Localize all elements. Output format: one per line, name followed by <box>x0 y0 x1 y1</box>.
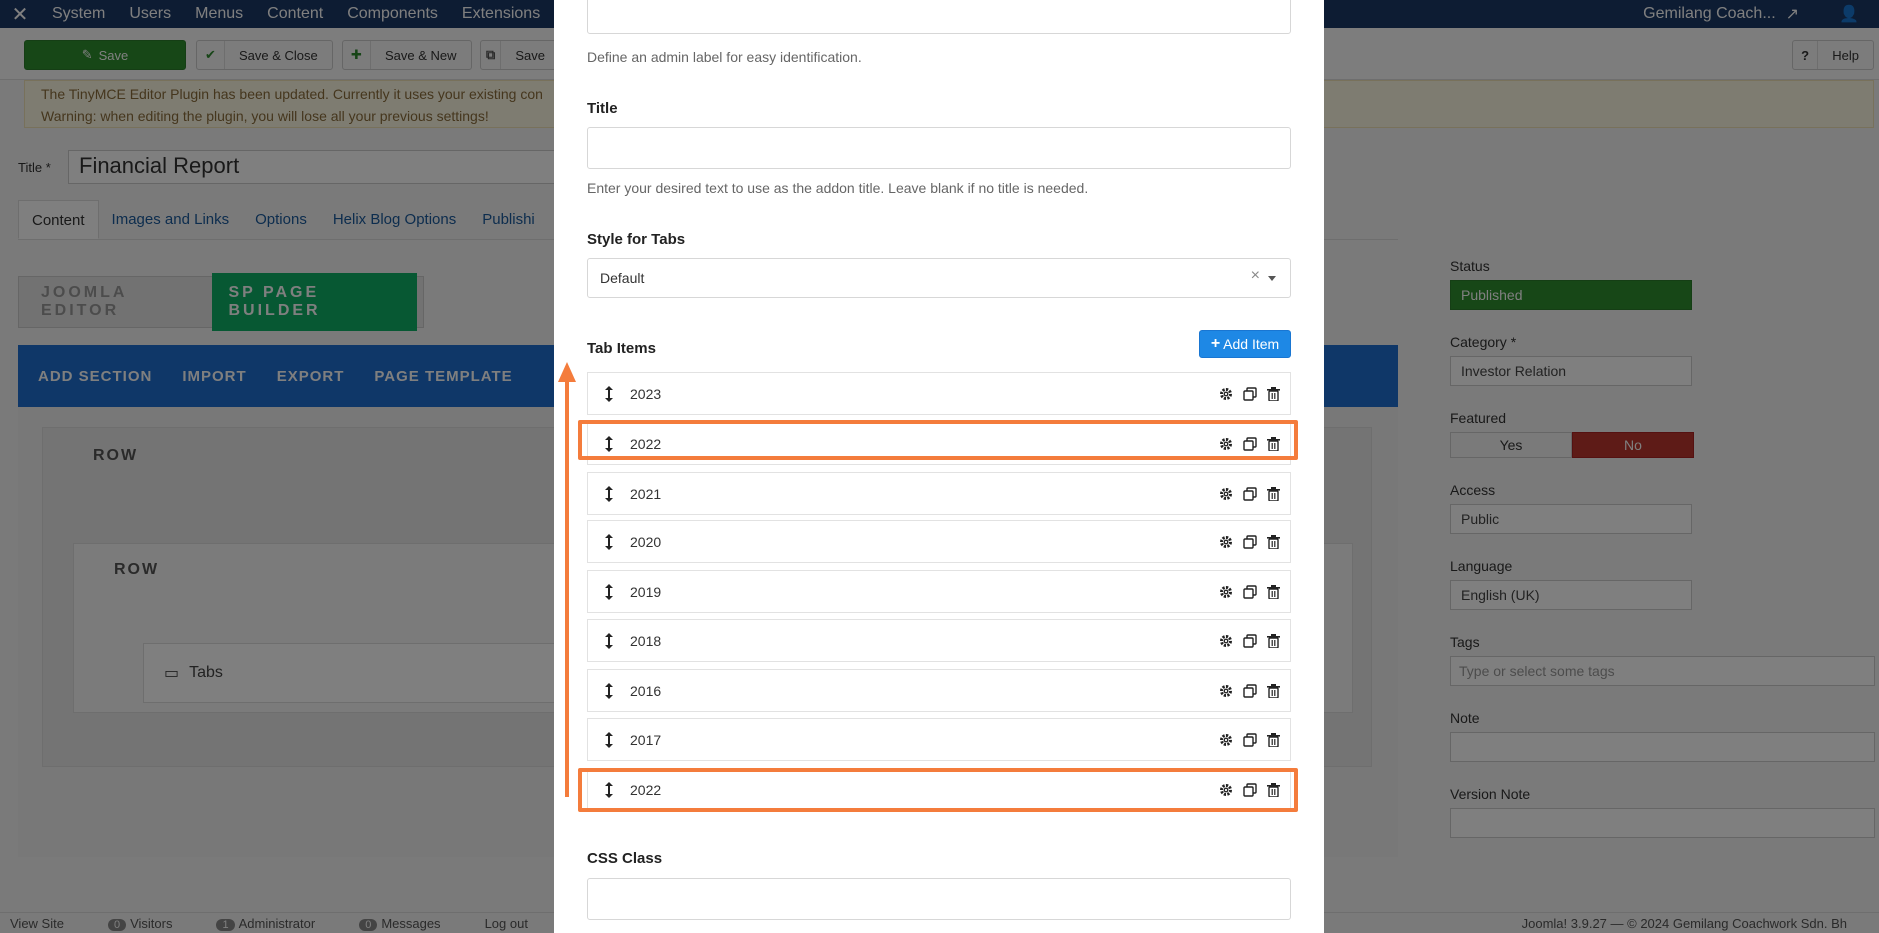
tab-item-row[interactable]: 2017 <box>587 718 1291 761</box>
duplicate-icon[interactable] <box>1243 732 1257 747</box>
highlight-arrow-head <box>558 362 576 382</box>
tab-item-label: 2020 <box>630 533 662 550</box>
gear-icon[interactable] <box>1219 487 1233 501</box>
drag-handle-icon[interactable] <box>588 632 630 649</box>
css-class-label: CSS Class <box>587 850 663 867</box>
tab-item-row[interactable]: 2019 <box>587 570 1291 613</box>
tab-item-label: 2023 <box>630 385 662 402</box>
tab-item-row[interactable]: 2016 <box>587 669 1291 712</box>
tab-items-label: Tab Items <box>587 340 656 357</box>
trash-icon[interactable] <box>1267 683 1280 698</box>
drag-handle-icon[interactable] <box>588 583 630 600</box>
drag-handle-icon[interactable] <box>588 682 630 699</box>
addon-title-input[interactable] <box>587 127 1291 169</box>
tab-item-row[interactable]: 2020 <box>587 520 1291 563</box>
drag-handle-icon[interactable] <box>588 731 630 748</box>
drag-handle-icon[interactable] <box>588 385 630 402</box>
plus-icon: + <box>1210 335 1221 352</box>
title-field-label: Title <box>587 100 618 117</box>
admin-label-help: Define an admin label for easy identific… <box>587 49 862 65</box>
tab-item-row[interactable]: 2023 <box>587 372 1291 415</box>
gear-icon[interactable] <box>1219 535 1233 549</box>
tab-item-label: 2021 <box>630 485 662 502</box>
trash-icon[interactable] <box>1267 486 1280 501</box>
duplicate-icon[interactable] <box>1243 683 1257 698</box>
trash-icon[interactable] <box>1267 584 1280 599</box>
clear-icon[interactable]: × <box>1251 267 1260 285</box>
trash-icon[interactable] <box>1267 534 1280 549</box>
css-class-input[interactable] <box>587 878 1291 920</box>
highlight-arrow-shaft <box>565 375 569 797</box>
tab-item-label: 2019 <box>630 583 662 600</box>
highlight-box-last <box>578 768 1298 812</box>
duplicate-icon[interactable] <box>1243 534 1257 549</box>
gear-icon[interactable] <box>1219 733 1233 747</box>
gear-icon[interactable] <box>1219 634 1233 648</box>
style-tabs-label: Style for Tabs <box>587 231 686 248</box>
trash-icon[interactable] <box>1267 732 1280 747</box>
duplicate-icon[interactable] <box>1243 386 1257 401</box>
gear-icon[interactable] <box>1219 585 1233 599</box>
style-tabs-select[interactable]: Default × <box>587 258 1291 298</box>
gear-icon[interactable] <box>1219 387 1233 401</box>
gear-icon[interactable] <box>1219 684 1233 698</box>
tab-item-row[interactable]: 2021 <box>587 472 1291 515</box>
caret-down-icon <box>1268 276 1276 281</box>
duplicate-icon[interactable] <box>1243 584 1257 599</box>
duplicate-icon[interactable] <box>1243 486 1257 501</box>
title-help: Enter your desired text to use as the ad… <box>587 180 1089 196</box>
highlight-box-first <box>578 420 1298 460</box>
admin-label-input[interactable] <box>587 0 1291 34</box>
add-item-button[interactable]: + Add Item <box>1199 330 1291 358</box>
duplicate-icon[interactable] <box>1243 633 1257 648</box>
trash-icon[interactable] <box>1267 633 1280 648</box>
drag-handle-icon[interactable] <box>588 485 630 502</box>
tab-item-label: 2018 <box>630 632 662 649</box>
tab-item-label: 2017 <box>630 731 662 748</box>
trash-icon[interactable] <box>1267 386 1280 401</box>
tab-item-row[interactable]: 2018 <box>587 619 1291 662</box>
tab-item-label: 2016 <box>630 682 662 699</box>
drag-handle-icon[interactable] <box>588 533 630 550</box>
